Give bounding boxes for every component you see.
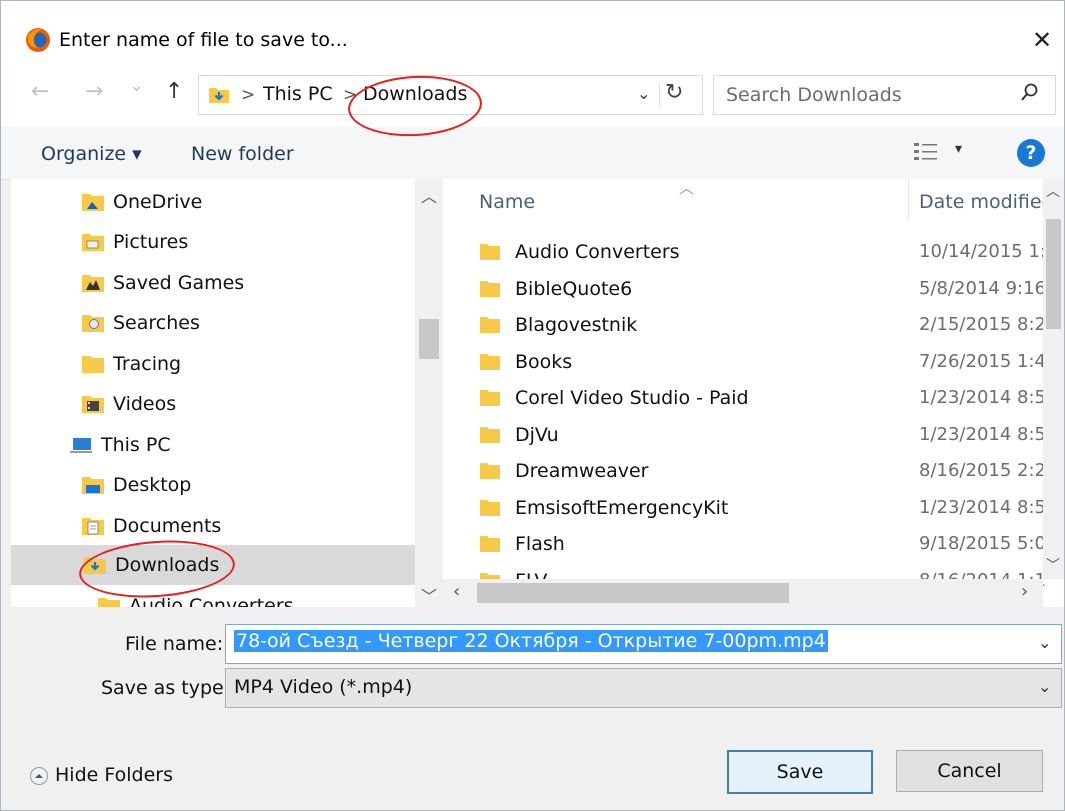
desktop-folder-icon [82,477,104,494]
file-row[interactable]: Books 7/26/2015 1:4 [443,345,1046,381]
breadcrumb-this-pc[interactable]: This PC [263,83,333,105]
tree-item-searches[interactable]: Searches [11,304,415,342]
title-bar: Enter name of file to save to... ✕ [1,1,1064,61]
folder-icon [480,463,500,479]
scroll-right-icon[interactable]: › [1021,581,1028,602]
tree-item-desktop[interactable]: Desktop [11,466,415,504]
folder-icon [480,500,500,516]
file-list-pane[interactable]: ︿ Name Date modified Audio Converters 10/… [443,179,1064,607]
tree-item-videos[interactable]: Videos [11,385,415,423]
address-dropdown-button[interactable]: ⌄ [637,84,650,103]
cancel-button[interactable]: Cancel [896,750,1043,792]
folder-icon [480,536,500,552]
tree-item-pictures[interactable]: Pictures [11,223,415,261]
file-row[interactable]: BibleQuote6 5/8/2014 9:16 [443,272,1046,308]
pictures-folder-icon [82,234,104,251]
file-row[interactable]: Corel Video Studio - Paid 1/23/2014 8:5 [443,381,1046,417]
up-button[interactable]: ↑ [165,79,183,104]
scrollbar-thumb[interactable] [477,583,789,603]
onedrive-icon [82,194,104,211]
search-box[interactable]: Search Downloads [713,75,1056,115]
documents-folder-icon [82,518,104,535]
address-divider [659,82,660,108]
tree-item-this-pc[interactable]: This PC [11,426,415,464]
tree-item-saved-games[interactable]: Saved Games [11,264,415,302]
scroll-up-icon[interactable]: ︿ [1046,181,1060,201]
view-dropdown-button[interactable]: ▾ [955,141,962,157]
save-as-type-select[interactable]: MP4 Video (*.mp4) ⌄ [225,668,1062,708]
videos-folder-icon [82,396,104,413]
file-row[interactable]: Audio Converters 10/14/2015 1: [443,235,1046,271]
folder-icon [98,598,120,607]
computer-icon [70,438,92,453]
file-row[interactable]: Flash 9/18/2015 5:0 [443,527,1046,563]
column-divider[interactable] [908,179,909,221]
column-header-date-modified[interactable]: Date modified [919,191,1054,213]
downloads-folder-icon [209,88,229,103]
navigation-bar: ← → ⌄ ↑ > This PC > Downloads ⌄ ↻ Search… [1,61,1064,127]
search-icon[interactable] [1018,81,1042,105]
scroll-up-icon[interactable]: ︿ [421,183,437,207]
scroll-left-icon[interactable]: ‹ [453,581,460,602]
save-as-type-label: Save as type: [101,677,231,699]
dialog-title: Enter name of file to save to... [59,29,348,51]
breadcrumb-separator: > [241,85,256,105]
folder-icon [480,390,500,406]
firefox-icon [26,28,50,52]
file-row[interactable]: Blagovestnik 2/15/2015 8:2 [443,308,1046,344]
folder-icon [480,354,500,370]
tree-item-onedrive[interactable]: OneDrive [11,183,415,221]
search-input[interactable]: Search Downloads [726,84,902,106]
scrollbar-thumb[interactable] [419,319,439,359]
folder-icon [480,427,500,443]
file-list-vertical-scrollbar[interactable]: ︿ ﹀ [1043,179,1064,579]
column-header-name[interactable]: Name [479,191,535,213]
new-folder-button[interactable]: New folder [191,143,294,165]
save-button[interactable]: Save [727,750,873,794]
searches-icon [82,315,104,332]
scrollbar-thumb[interactable] [1046,219,1061,329]
save-as-type-dropdown-button[interactable]: ⌄ [1038,677,1051,696]
file-name-field[interactable]: 78-ой Съезд - Четверг 22 Октября - Откры… [225,624,1062,664]
save-as-type-value: MP4 Video (*.mp4) [234,676,413,698]
folder-icon [480,317,500,333]
close-button[interactable]: ✕ [1027,25,1057,55]
file-name-input[interactable]: 78-ой Съезд - Четверг 22 Октября - Откры… [234,630,828,652]
forward-button[interactable]: → [85,79,103,104]
organize-button[interactable]: Organize ▾ [41,143,142,165]
saved-games-icon [82,275,104,292]
folder-icon [82,356,104,373]
file-row[interactable]: Dreamweaver 8/16/2015 2:2 [443,454,1046,490]
file-name-label: File name: [125,633,224,655]
tree-item-documents[interactable]: Documents [11,507,415,545]
save-file-dialog: Enter name of file to save to... ✕ ← → ⌄… [0,0,1065,811]
view-list-icon[interactable] [913,141,939,163]
navigation-pane-scrollbar[interactable]: ︿ ﹀ [415,179,443,607]
sort-ascending-icon: ︿ [679,179,695,197]
file-list-horizontal-scrollbar[interactable]: ‹ › [443,579,1043,607]
file-name-dropdown-button[interactable]: ⌄ [1038,633,1051,652]
back-button[interactable]: ← [31,79,49,104]
folder-icon [480,244,500,260]
file-row[interactable]: DjVu 1/23/2014 8:5 [443,418,1046,454]
refresh-button[interactable]: ↻ [665,80,683,105]
scroll-down-icon[interactable]: ﹀ [421,583,437,607]
recent-locations-button[interactable]: ⌄ [129,75,144,96]
tree-item-tracing[interactable]: Tracing [11,345,415,383]
folder-icon [480,281,500,297]
collapse-arrow-icon [30,767,48,785]
file-row[interactable]: EmsisoftEmergencyKit 1/23/2014 8:5 [443,491,1046,527]
command-toolbar: Organize ▾ New folder ▾ ? [1,127,1064,180]
scroll-down-icon[interactable]: ﹀ [1046,555,1060,575]
tree-item-audio-converters[interactable]: Audio Converters [11,587,415,607]
help-button[interactable]: ? [1017,139,1045,167]
navigation-pane[interactable]: OneDrive Pictures Saved Games Searches T… [11,179,443,607]
